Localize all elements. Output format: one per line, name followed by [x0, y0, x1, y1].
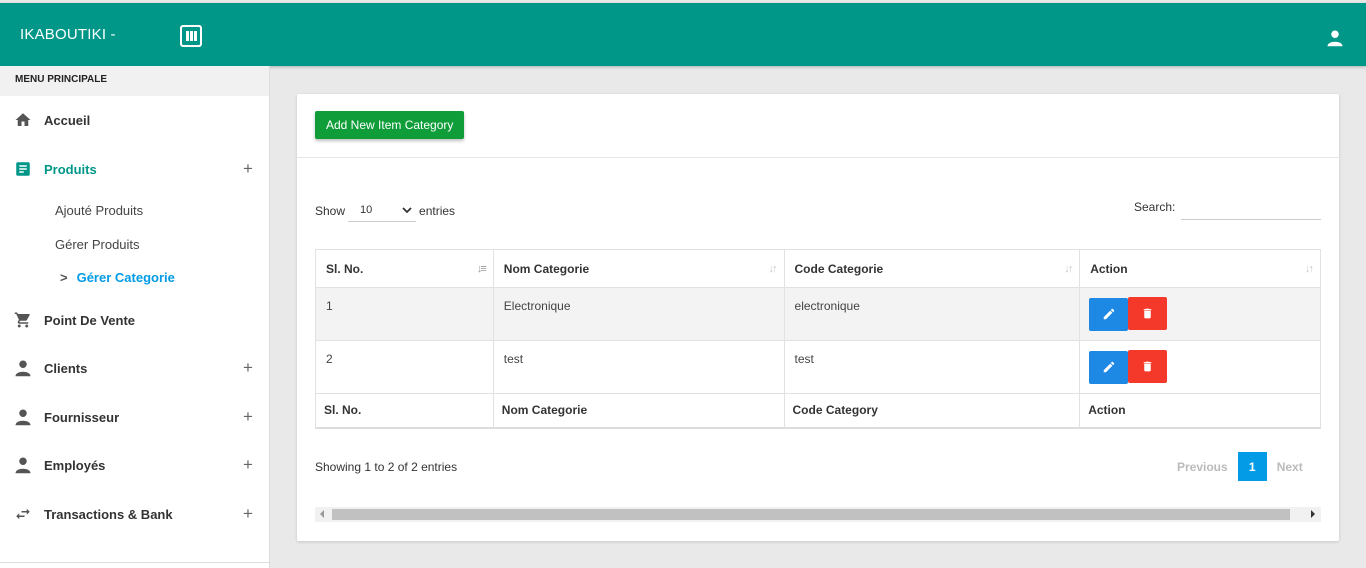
menu-title: MENU PRINCIPALE [0, 66, 269, 96]
trash-icon [1143, 361, 1152, 372]
cell-code-categorie: test [783, 340, 1081, 394]
add-new-item-category-button[interactable]: Add New Item Category [315, 111, 465, 139]
search-input[interactable] [1181, 194, 1321, 220]
swap-arrows-icon [14, 505, 32, 523]
column-header-sl-no[interactable]: Sl. No. ↓≡ [315, 249, 494, 288]
brand-title: IKABOUTIKI - [20, 26, 116, 43]
scrollbar-thumb[interactable] [332, 509, 1290, 520]
footer-code-category: Code Category [783, 393, 1081, 429]
person-icon [14, 359, 32, 377]
expand-plus-icon[interactable]: + [243, 358, 253, 378]
sidebar-item-clients[interactable]: Clients + [0, 350, 270, 386]
cell-sl-no: 1 [315, 287, 494, 341]
column-header-action[interactable]: Action ↓↑ [1079, 249, 1321, 288]
sidebar-item-label: Fournisseur [44, 409, 120, 425]
trash-icon [1143, 308, 1152, 319]
chevron-right-icon: > [60, 270, 68, 285]
user-account-icon[interactable] [1326, 29, 1344, 47]
column-header-label: Action [1090, 261, 1128, 276]
document-icon [14, 160, 32, 178]
sidebar-item-label: Employés [44, 457, 106, 473]
category-table: Sl. No. ↓≡ Nom Categorie ↓↑ Code Categorie… [315, 249, 1321, 429]
pencil-icon [1103, 308, 1114, 320]
search-label: Search: [1134, 200, 1176, 214]
footer-action: Action [1079, 393, 1321, 429]
scroll-right-arrow-icon[interactable] [1311, 510, 1315, 518]
sort-icon: ↓↑ [1064, 263, 1073, 275]
column-header-label: Nom Categorie [503, 261, 590, 276]
expand-plus-icon[interactable]: + [243, 159, 253, 179]
column-header-nom-categorie[interactable]: Nom Categorie ↓↑ [492, 249, 785, 288]
show-label: Show [315, 204, 346, 218]
next-page-button[interactable]: Next [1277, 460, 1303, 474]
footer-sl-no: Sl. No. [315, 393, 494, 429]
sidebar-item-produits[interactable]: Produits + [0, 151, 270, 187]
sidebar-item-transactions-bank[interactable]: Transactions & Bank + [0, 496, 270, 532]
sidebar-item-point-de-vente[interactable]: Point De Vente [0, 302, 270, 338]
cell-nom-categorie: test [492, 340, 785, 394]
sidebar-item-label: Point De Vente [44, 312, 136, 328]
table-info: Showing 1 to 2 of 2 entries [315, 460, 458, 474]
pagination: Previous 1 Next [1177, 452, 1303, 481]
expand-plus-icon[interactable]: + [243, 407, 253, 427]
cell-code-categorie: electronique [783, 287, 1081, 341]
delete-button[interactable] [1128, 297, 1168, 330]
footer-nom-categorie: Nom Categorie [492, 393, 785, 429]
edit-button[interactable] [1089, 350, 1129, 384]
sort-icon: ↓↑ [1305, 263, 1314, 275]
column-header-code-categorie[interactable]: Code Categorie ↓↑ [783, 249, 1081, 288]
sidebar-item-label: Transactions & Bank [44, 506, 173, 522]
submenu-gerer-produits[interactable]: Gérer Produits [55, 237, 140, 252]
submenu-ajoute-produits[interactable]: Ajouté Produits [55, 203, 143, 218]
cell-action [1079, 287, 1321, 341]
submenu-gerer-categorie[interactable]: > Gérer Categorie [60, 270, 175, 285]
chevron-down-icon [402, 207, 412, 214]
category-card: Add New Item Category Show 10 entries Se… [297, 94, 1339, 541]
edit-button[interactable] [1089, 297, 1129, 331]
sidebar-item-fournisseur[interactable]: Fournisseur + [0, 399, 270, 435]
cell-nom-categorie: Electronique [492, 287, 785, 341]
expand-plus-icon[interactable]: + [243, 504, 253, 524]
column-header-label: Code Categorie [794, 261, 884, 276]
sort-icon: ↓↑ [768, 263, 778, 275]
sidebar-item-label: Accueil [44, 112, 91, 128]
cell-sl-no: 2 [315, 340, 494, 394]
sidebar-item-label: Produits [44, 161, 97, 177]
table-header-row: Sl. No. ↓≡ Nom Categorie ↓↑ Code Categorie… [315, 249, 1321, 288]
apps-grid-icon[interactable] [180, 25, 202, 47]
expand-plus-icon[interactable]: + [243, 455, 253, 475]
sidebar-item-accueil[interactable]: Accueil [0, 102, 270, 138]
sidebar-item-label: Clients [44, 360, 88, 376]
home-icon [14, 111, 32, 129]
table-row: 2 test test [315, 340, 1321, 394]
person-icon [14, 408, 32, 426]
table-footer-row: Sl. No. Nom Categorie Code Category Acti… [315, 393, 1321, 429]
sidebar: MENU PRINCIPALE Accueil Produits + Ajout… [0, 66, 270, 568]
entries-select[interactable]: 10 [348, 200, 417, 222]
sort-ascending-icon: ↓≡ [476, 263, 487, 275]
cell-action [1079, 340, 1321, 394]
pencil-icon [1103, 361, 1114, 373]
sidebar-item-employes[interactable]: Employés + [0, 447, 270, 483]
sidebar-divider [0, 562, 270, 563]
table-row: 1 Electronique electronique [315, 287, 1321, 341]
column-header-label: Sl. No. [326, 261, 364, 276]
page-1-button[interactable]: 1 [1237, 452, 1267, 481]
top-app-bar: IKABOUTIKI - [0, 3, 1366, 66]
horizontal-scrollbar[interactable] [315, 507, 1321, 522]
submenu-label: Gérer Categorie [76, 270, 175, 285]
card-header: Add New Item Category [297, 94, 1339, 158]
entries-select-value: 10 [360, 204, 373, 216]
entries-label: entries [419, 204, 456, 218]
delete-button[interactable] [1128, 350, 1168, 383]
scroll-left-arrow-icon[interactable] [320, 510, 324, 518]
previous-page-button[interactable]: Previous [1177, 460, 1228, 474]
entries-length-control: Show 10 entries [315, 200, 455, 222]
cart-icon [14, 311, 32, 329]
person-icon [14, 456, 32, 474]
